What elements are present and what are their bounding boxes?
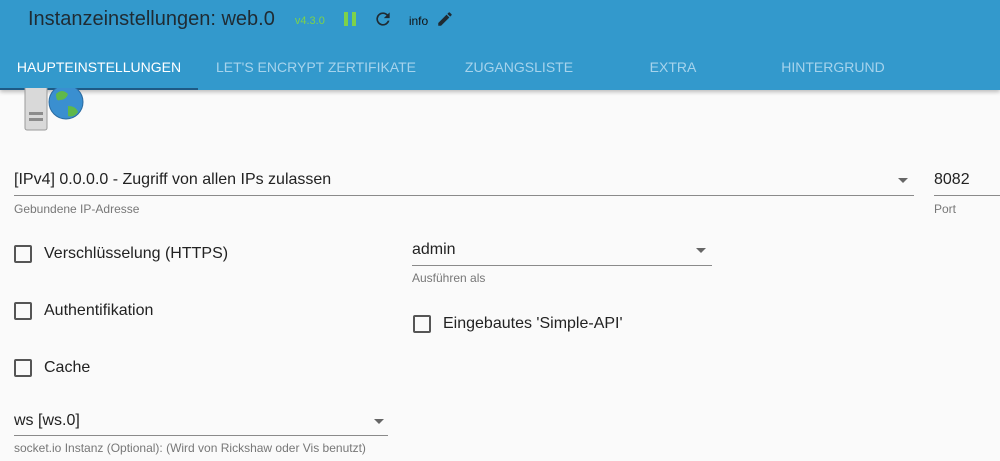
chevron-down-icon[interactable] — [898, 178, 908, 183]
cache-checkbox-row[interactable]: Cache — [14, 359, 90, 377]
auth-label: Authentifikation — [44, 302, 154, 319]
socket-helper: socket.io Instanz (Optional): (Wird von … — [14, 441, 366, 455]
tab-bar: HAUPTEINSTELLUNGEN LET'S ENCRYPT ZERTIFI… — [0, 44, 1000, 90]
port-value[interactable]: 8082 — [934, 171, 970, 189]
port-field[interactable]: 8082 Port — [934, 168, 1000, 216]
auth-checkbox[interactable] — [14, 302, 32, 320]
auth-checkbox-row[interactable]: Authentifikation — [14, 302, 153, 320]
tab-hintergrund[interactable]: HINTERGRUND — [742, 44, 924, 90]
port-helper: Port — [934, 202, 957, 216]
tab-haupteinstellungen[interactable]: HAUPTEINSTELLUNGEN — [0, 44, 198, 90]
title-bar: Instanzeinstellungen: web.0 v4.3.0 info — [28, 6, 454, 32]
socket-select[interactable]: ws [ws.0] socket.io Instanz (Optional): … — [14, 409, 388, 459]
cache-checkbox[interactable] — [14, 359, 32, 377]
bind-ip-helper: Gebundene IP-Adresse — [14, 202, 140, 216]
web-adapter-logo — [22, 88, 84, 132]
version-label: v4.3.0 — [294, 14, 325, 27]
run-as-helper: Ausführen als — [412, 271, 486, 285]
simple-api-checkbox-row[interactable]: Eingebautes 'Simple-API' — [413, 315, 623, 333]
tab-extra[interactable]: EXTRA — [604, 44, 742, 90]
bind-ip-underline — [14, 195, 914, 196]
run-as-value: admin — [412, 241, 456, 258]
socket-value: ws [ws.0] — [14, 412, 80, 429]
reload-icon[interactable] — [373, 9, 393, 29]
run-as-select[interactable]: admin Ausführen als — [412, 238, 712, 286]
https-checkbox[interactable] — [14, 245, 32, 263]
edit-icon[interactable] — [436, 10, 454, 28]
bind-ip-value: [IPv4] 0.0.0.0 - Zugriff von allen IPs z… — [14, 171, 332, 188]
header: Instanzeinstellungen: web.0 v4.3.0 info … — [0, 0, 1000, 90]
tab-lets-encrypt[interactable]: LET'S ENCRYPT ZERTIFIKATE — [198, 44, 434, 90]
pause-icon[interactable] — [343, 11, 357, 27]
bind-ip-select[interactable]: [IPv4] 0.0.0.0 - Zugriff von allen IPs z… — [14, 168, 914, 216]
chevron-down-icon[interactable] — [696, 248, 706, 253]
tab-zugangsliste[interactable]: ZUGANGSLISTE — [434, 44, 604, 90]
socket-underline — [14, 435, 388, 436]
run-as-underline — [412, 265, 712, 266]
simple-api-label: Eingebautes 'Simple-API' — [443, 315, 623, 332]
info-label[interactable]: info — [409, 14, 428, 28]
port-underline — [934, 195, 1000, 196]
page-title: Instanzeinstellungen: web.0 — [28, 7, 275, 30]
https-label: Verschlüsselung (HTTPS) — [44, 245, 229, 262]
https-checkbox-row[interactable]: Verschlüsselung (HTTPS) — [14, 245, 228, 263]
simple-api-checkbox[interactable] — [413, 315, 431, 333]
cache-label: Cache — [44, 359, 91, 376]
chevron-down-icon[interactable] — [374, 419, 384, 424]
